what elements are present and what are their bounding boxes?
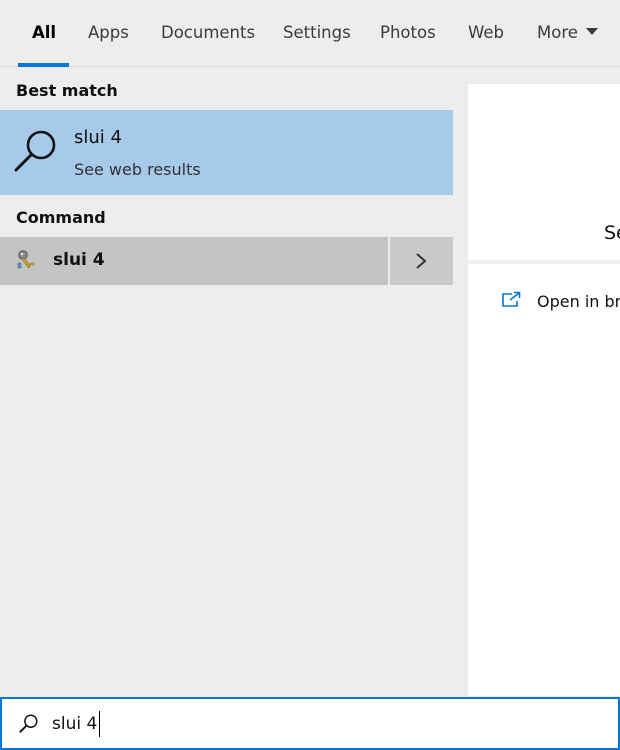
open-external-icon <box>502 291 521 307</box>
active-tab-indicator <box>18 63 69 67</box>
preview-pane: Se Open in bro <box>468 84 620 696</box>
search-icon <box>14 130 56 172</box>
command-result[interactable]: slui 4 <box>0 237 388 285</box>
chevron-right-icon <box>416 253 427 269</box>
preview-title: Se <box>604 222 620 244</box>
search-box[interactable] <box>0 697 620 750</box>
tab-more[interactable]: More <box>537 0 598 67</box>
tab-all[interactable]: All <box>32 0 56 67</box>
results-list: Best match slui 4 See web results Comman… <box>0 68 453 696</box>
tab-apps[interactable]: Apps <box>88 0 129 67</box>
command-header: Command <box>16 208 106 227</box>
tab-bar: All Apps Documents Settings Photos Web M… <box>0 0 620 67</box>
open-in-browser-label: Open in bro <box>537 292 620 311</box>
tab-documents[interactable]: Documents <box>161 0 255 67</box>
tab-more-label: More <box>537 23 578 42</box>
best-match-result[interactable]: slui 4 See web results <box>0 110 453 195</box>
best-match-title: slui 4 <box>74 127 122 148</box>
tab-settings[interactable]: Settings <box>283 0 351 67</box>
command-label: slui 4 <box>53 250 105 270</box>
open-in-browser-link[interactable]: Open in bro <box>468 279 620 319</box>
tab-photos[interactable]: Photos <box>380 0 436 67</box>
preview-header: Se <box>468 84 620 264</box>
text-caret <box>99 711 100 737</box>
command-expand-button[interactable] <box>390 237 453 285</box>
tab-web[interactable]: Web <box>468 0 504 67</box>
search-input[interactable] <box>52 710 592 738</box>
key-icon <box>17 250 35 269</box>
best-match-header: Best match <box>16 81 118 100</box>
caret-down-icon <box>585 28 598 35</box>
best-match-subtitle: See web results <box>74 160 201 179</box>
search-window: All Apps Documents Settings Photos Web M… <box>0 0 620 750</box>
search-icon <box>19 714 38 733</box>
